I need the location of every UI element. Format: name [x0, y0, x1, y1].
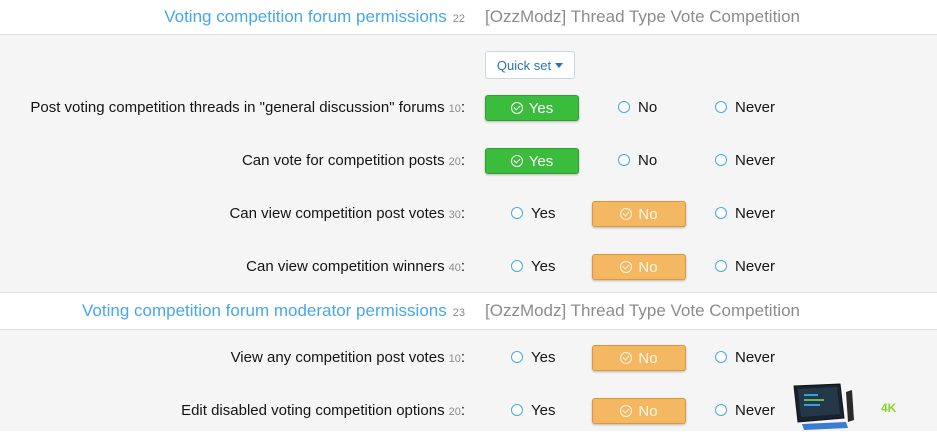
radio-icon [715, 351, 727, 363]
option-never[interactable]: Never [715, 148, 775, 172]
option-yes[interactable]: Yes [511, 254, 555, 278]
check-circle-icon [620, 208, 633, 220]
caret-down-icon [555, 62, 564, 68]
radio-icon [715, 207, 727, 219]
option-yes[interactable]: Yes [511, 201, 555, 225]
permission-order: 20 [448, 405, 461, 418]
watermark-badge: 4K [790, 382, 937, 431]
watermark-text: 4K [881, 401, 897, 415]
check-circle-icon [620, 352, 633, 364]
option-no[interactable]: No [618, 148, 657, 172]
radio-icon [715, 101, 727, 113]
option-never[interactable]: Never [715, 201, 775, 225]
option-never[interactable]: Never [715, 345, 775, 369]
permission-label: View any competition post votes [230, 348, 445, 366]
permission-row: Can view competition winners 40: Yes No … [0, 251, 937, 281]
option-never[interactable]: Never [715, 95, 775, 119]
permission-row: Can vote for competition posts 20: Yes N… [0, 145, 937, 175]
radio-icon [511, 207, 523, 219]
permission-label: Can view competition post votes [229, 204, 445, 222]
quick-set-label: Quick set [496, 57, 552, 73]
option-no[interactable]: No [618, 95, 657, 119]
option-no-selected[interactable]: No [592, 201, 686, 227]
permission-row: Can view competition post votes 30: Yes … [0, 198, 937, 228]
permission-label: Post voting competition threads in "gene… [30, 98, 445, 116]
permission-label: Edit disabled voting competition options [181, 401, 445, 419]
section-source: [OzzModz] Thread Type Vote Competition [485, 7, 800, 26]
quick-set-button[interactable]: Quick set [485, 51, 575, 79]
check-circle-icon [620, 405, 633, 417]
radio-icon [511, 260, 523, 272]
radio-icon [715, 404, 727, 416]
radio-icon [511, 351, 523, 363]
option-yes-selected[interactable]: Yes [485, 95, 579, 121]
permission-order: 10 [448, 352, 461, 365]
section-header-forum-permissions: Voting competition forum permissions 22 … [0, 0, 937, 35]
check-circle-icon [510, 155, 523, 167]
monitor-icon [793, 383, 854, 430]
section-source: [OzzModz] Thread Type Vote Competition [485, 301, 800, 320]
permission-order: 30 [448, 208, 461, 221]
permission-row: Post voting competition threads in "gene… [0, 92, 937, 122]
option-no-selected[interactable]: No [592, 254, 686, 280]
section-header-moderator-permissions: Voting competition forum moderator permi… [0, 293, 937, 330]
check-circle-icon [510, 102, 523, 114]
radio-icon [715, 154, 727, 166]
radio-icon [618, 154, 630, 166]
section-order: 23 [452, 307, 465, 319]
option-never[interactable]: Never [715, 398, 775, 422]
check-circle-icon [620, 261, 633, 273]
radio-icon [511, 404, 523, 416]
section-title[interactable]: Voting competition forum permissions [164, 7, 447, 27]
option-never[interactable]: Never [715, 254, 775, 278]
section-order: 22 [452, 13, 465, 25]
option-no-selected[interactable]: No [592, 345, 686, 371]
option-yes[interactable]: Yes [511, 345, 555, 369]
section-title[interactable]: Voting competition forum moderator permi… [82, 301, 447, 321]
permission-label: Can view competition winners [246, 257, 445, 275]
permission-row: View any competition post votes 10: Yes … [0, 342, 937, 372]
option-yes-selected[interactable]: Yes [485, 148, 579, 174]
permission-order: 10 [448, 102, 461, 115]
permission-label: Can vote for competition posts [241, 151, 445, 169]
option-yes[interactable]: Yes [511, 398, 555, 422]
radio-icon [715, 260, 727, 272]
option-no-selected[interactable]: No [592, 398, 686, 424]
radio-icon [618, 101, 630, 113]
permission-order: 20 [448, 155, 461, 168]
permission-order: 40 [448, 261, 461, 274]
